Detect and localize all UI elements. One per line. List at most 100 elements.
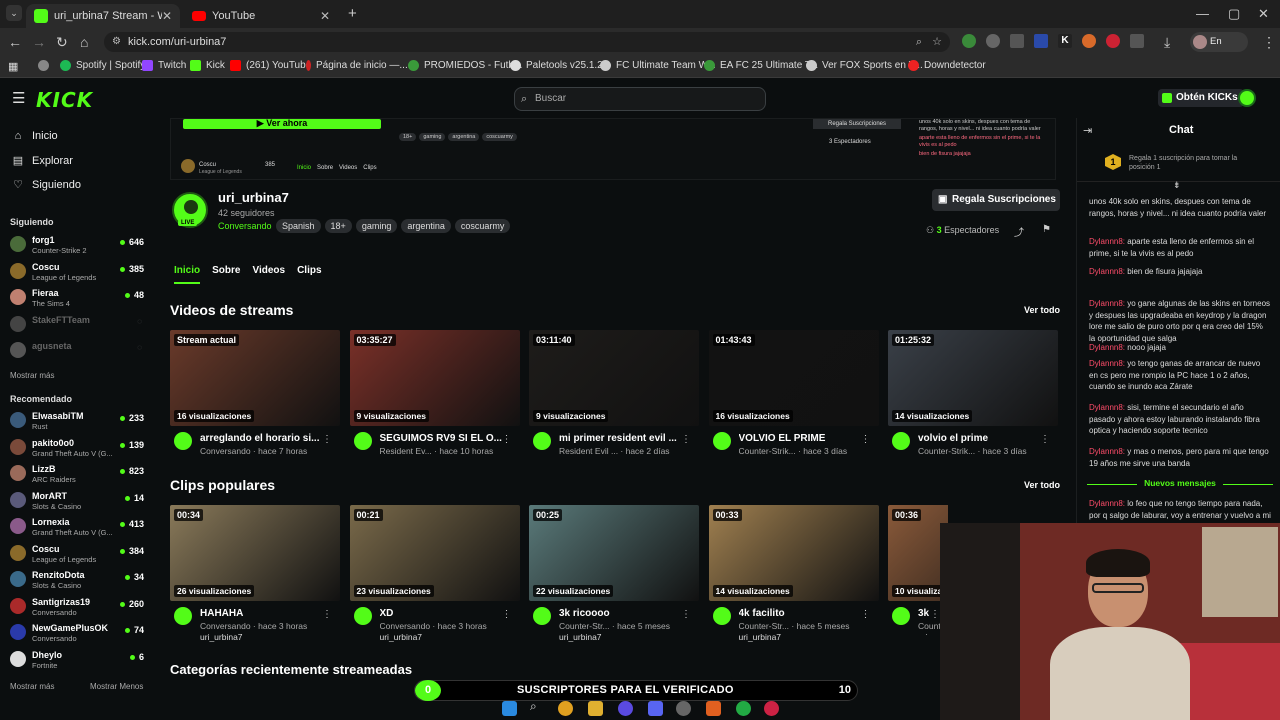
chrome-icon[interactable]: [558, 701, 573, 716]
video-card[interactable]: 01:43:43 16 visualizaciones VOLVIO EL PRIM…: [708, 330, 879, 460]
tag-chip[interactable]: 18+: [324, 219, 352, 233]
chat-username[interactable]: Dylannn8:: [1089, 237, 1125, 246]
card-title[interactable]: 4k facilito: [739, 608, 867, 619]
card-title[interactable]: arreglando el horario si...: [200, 433, 328, 444]
new-messages-divider[interactable]: Nuevos mensajes: [1087, 478, 1273, 492]
nav-home[interactable]: ⌂ Inicio: [12, 130, 58, 142]
channel-item[interactable]: ElwasabiTM Rust 233: [10, 410, 144, 434]
avatar[interactable]: [533, 607, 551, 625]
user-avatar[interactable]: [1238, 89, 1256, 107]
video-card[interactable]: 01:25:32 14 visualizaciones volvio el prim…: [888, 330, 1058, 460]
thumbnail[interactable]: 01:43:43 16 visualizaciones: [708, 330, 879, 426]
extension-icon[interactable]: [1106, 34, 1120, 48]
channel-item[interactable]: pakito0o0 Grand Theft Auto V (G... 139: [10, 437, 144, 461]
channel-item[interactable]: Coscu League of Legends 384: [10, 543, 144, 567]
mini-tab[interactable]: Clips: [363, 165, 376, 171]
show-less-button[interactable]: Mostrar Menos: [90, 682, 143, 691]
channel-item[interactable]: forg1 Counter-Strike 2 646: [10, 234, 144, 258]
tag-chip[interactable]: gaming: [419, 133, 446, 141]
avatar[interactable]: [174, 607, 192, 625]
card-title[interactable]: SEGUIMOS RV9 SI EL O...: [380, 433, 508, 444]
show-more-following[interactable]: Mostrar más: [10, 371, 54, 380]
new-tab-button[interactable]: +: [348, 5, 357, 22]
tag-chip[interactable]: Spanish: [276, 219, 321, 233]
bookmark-fc-ultimate[interactable]: FC Ultimate Team W...: [600, 60, 716, 71]
thumbnail[interactable]: Stream actual 16 visualizaciones: [170, 330, 340, 426]
card-title[interactable]: XD: [380, 608, 508, 619]
search-input[interactable]: ⌕ Buscar: [514, 87, 766, 111]
reload-icon[interactable]: ↻: [56, 34, 68, 51]
apps-grid-icon[interactable]: ▦: [8, 60, 18, 73]
bookmark-icon[interactable]: [38, 60, 54, 71]
close-tab-icon[interactable]: ✕: [320, 9, 330, 23]
pinned-gift-banner[interactable]: 1 Regala 1 suscripción para tomar la pos…: [1077, 148, 1280, 182]
channel-item[interactable]: Dheylo Fortnite 6: [10, 649, 144, 673]
discord-icon[interactable]: [648, 701, 663, 716]
microphone-icon[interactable]: [706, 701, 721, 716]
clip-card[interactable]: 00:21 23 visualizaciones XD Conversando · h…: [349, 505, 520, 642]
channel-item[interactable]: Lornexia Grand Theft Auto V (G... 413: [10, 516, 144, 540]
chat-username[interactable]: Dylannn8:: [1089, 499, 1125, 508]
search-icon[interactable]: ⌕: [530, 699, 545, 714]
thumbnail[interactable]: 00:21 23 visualizaciones: [349, 505, 520, 601]
chat-username[interactable]: Dylannn8:: [1089, 299, 1125, 308]
report-user-icon[interactable]: ⚑: [1042, 224, 1051, 235]
channel-item[interactable]: Fieraa The Sims 4 48: [10, 287, 144, 311]
nav-explore[interactable]: ▤ Explorar: [12, 154, 73, 168]
bookmark-spotify[interactable]: Spotify | Spotify: [60, 60, 145, 71]
clips-see-all[interactable]: Ver todo: [1024, 480, 1060, 490]
thumbnail[interactable]: 00:33 14 visualizaciones: [708, 505, 879, 601]
thumbnail[interactable]: 00:25 22 visualizaciones: [529, 505, 699, 601]
mini-tab[interactable]: Sobre: [317, 165, 333, 171]
download-icon[interactable]: ⤓: [1164, 34, 1170, 51]
card-title[interactable]: HAHAHA: [200, 608, 328, 619]
address-bar[interactable]: ⚙ kick.com/uri-urbina7 ⌕ ☆: [104, 32, 950, 52]
more-options-icon[interactable]: ⋮: [1040, 434, 1050, 445]
bookmark-youtube[interactable]: (261) YouTube: [230, 60, 311, 71]
tag-chip[interactable]: argentina: [401, 219, 451, 233]
channel-item[interactable]: Coscu League of Legends 385: [10, 261, 144, 285]
bookmark-star-icon[interactable]: ☆: [932, 32, 942, 52]
channel-item[interactable]: RenzitoDota Slots & Casino 34: [10, 569, 144, 593]
clip-card[interactable]: 00:33 14 visualizaciones 4k facilito Counte…: [708, 505, 879, 642]
clip-card[interactable]: 00:25 22 visualizaciones 3k ricoooo Counter…: [529, 505, 699, 642]
extension-icon[interactable]: [1082, 34, 1096, 48]
back-icon[interactable]: ←: [8, 34, 22, 50]
bookmark-promiedos[interactable]: PROMIEDOS - Futb...: [408, 60, 522, 71]
extension-icon[interactable]: [1034, 34, 1048, 48]
tag-chip[interactable]: coscuarmy: [482, 133, 517, 141]
folder-icon[interactable]: [588, 701, 603, 716]
kick-logo[interactable]: KICK: [36, 88, 93, 112]
avatar[interactable]: [533, 432, 551, 450]
bookmark-fox[interactable]: Ver FOX Sports en V...: [806, 60, 923, 71]
channel-item[interactable]: NewGamePlusOK Conversando 74: [10, 622, 144, 646]
windows-start-icon[interactable]: [502, 701, 517, 716]
minimize-button[interactable]: —: [1196, 6, 1209, 21]
tab-list-icon[interactable]: ⌄: [6, 5, 22, 21]
more-options-icon[interactable]: ⋮: [861, 609, 871, 620]
bookmark-downdetector[interactable]: Downdetector: [908, 60, 986, 71]
kick-extension-icon[interactable]: K: [1058, 34, 1072, 48]
more-options-icon[interactable]: ⋮: [322, 434, 332, 445]
tab-youtube[interactable]: YouTube ✕: [184, 4, 338, 28]
avatar[interactable]: [712, 432, 731, 450]
tag-chip[interactable]: coscuarmy: [454, 219, 511, 233]
bookmark-paletools[interactable]: Paletools v25.1.23: [510, 60, 608, 71]
channel-item[interactable]: StakeFTTeam ◌: [10, 314, 144, 338]
more-options-icon[interactable]: ⋮: [322, 609, 332, 620]
chat-username[interactable]: Dylannn8:: [1089, 403, 1125, 412]
more-options-icon[interactable]: ⋮: [861, 434, 871, 445]
scroll-down-icon[interactable]: ⇟: [1173, 180, 1181, 191]
clip-card[interactable]: 00:3610 visualiza3kCounter-Struri_⋮: [888, 505, 948, 635]
window-close-button[interactable]: ✕: [1258, 6, 1269, 22]
chat-username[interactable]: Dylannn8:: [1089, 267, 1125, 276]
videos-see-all[interactable]: Ver todo: [1024, 305, 1060, 315]
collapse-chat-icon[interactable]: ⇥: [1083, 124, 1092, 137]
more-options-icon[interactable]: ⋮: [930, 609, 940, 620]
card-title[interactable]: 3k ricoooo: [559, 608, 687, 619]
avatar[interactable]: [174, 432, 192, 450]
more-options-icon[interactable]: ⋮: [502, 434, 512, 445]
maximize-button[interactable]: ▢: [1228, 6, 1240, 22]
clip-card[interactable]: 00:34 26 visualizaciones HAHAHA Conversando…: [170, 505, 340, 642]
bookmark-twitch[interactable]: Twitch: [142, 60, 186, 71]
